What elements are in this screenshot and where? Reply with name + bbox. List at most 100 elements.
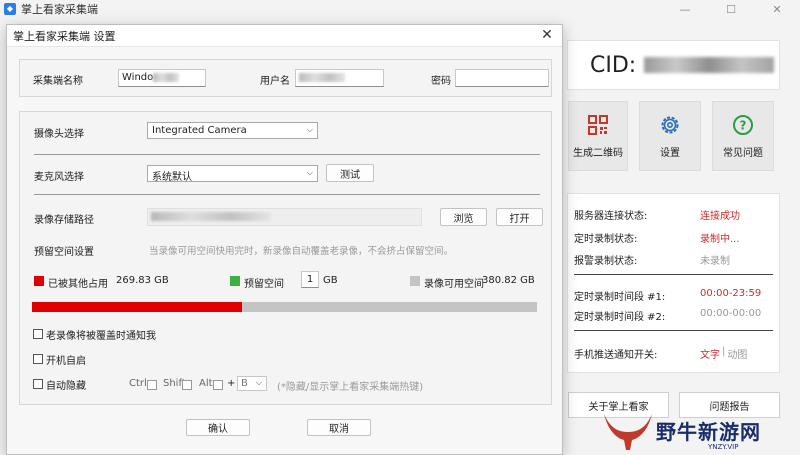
scheduled-status-row: 定时录制状态: 录制中... bbox=[574, 230, 775, 245]
browse-button[interactable]: 浏览 bbox=[440, 208, 487, 226]
tile-label: 设置 bbox=[660, 147, 680, 159]
tile-label: 生成二维码 bbox=[573, 147, 623, 159]
test-mic-button[interactable]: 测试 bbox=[326, 164, 374, 182]
available-label: 录像可用空间 bbox=[424, 279, 484, 290]
storage-usage-bar bbox=[32, 302, 537, 312]
tile-label: 常见问题 bbox=[723, 147, 763, 159]
alarm-status-row: 报警录制状态: 未录制 bbox=[574, 252, 775, 267]
server-status-row: 服务器连接状态: 连接成功 bbox=[574, 207, 775, 222]
close-icon[interactable]: ✕ bbox=[538, 27, 556, 43]
autohide-checkbox[interactable] bbox=[33, 379, 43, 389]
settings-group: 摄像头选择 Integrated Camera ⌵ 麦克风选择 系统默认 ⌵ 测… bbox=[19, 111, 552, 405]
notify-overwrite-label: 老录像将被覆盖时通知我 bbox=[46, 331, 156, 342]
mic-selected: 系统默认 bbox=[152, 172, 192, 183]
reserved-label: 预留空间 bbox=[244, 279, 284, 290]
camera-label: 摄像头选择 bbox=[34, 129, 84, 140]
hotkey-key-selected: B bbox=[241, 378, 248, 389]
settings-dialog: 掌上看家采集端 设置 ✕ 采集端名称 Windo 用户名 密码 摄像头选择 In… bbox=[6, 24, 563, 455]
chevron-down-icon: ⌵ bbox=[306, 168, 313, 177]
dialog-titlebar: 掌上看家采集端 设置 bbox=[7, 25, 562, 47]
window-controls: — ☐ ✕ bbox=[662, 0, 800, 18]
autostart-checkbox[interactable] bbox=[33, 354, 43, 364]
camera-selected: Integrated Camera bbox=[152, 125, 247, 136]
device-name-label: 采集端名称 bbox=[33, 76, 83, 87]
cancel-button[interactable]: 取消 bbox=[307, 419, 371, 436]
period2-label: 定时录制时间段 #2: bbox=[574, 312, 666, 323]
generate-qr-button[interactable]: 生成二维码 bbox=[568, 101, 628, 171]
main-tiles: 生成二维码 设置 ? 常见问题 bbox=[568, 101, 774, 171]
reserve-hint: 当录像可用空间快用完时，新录像自动覆盖老录像，不会挤占保留空间。 bbox=[149, 246, 454, 257]
password-input[interactable] bbox=[455, 69, 549, 87]
username-label: 用户名 bbox=[260, 76, 290, 87]
close-window-icon[interactable]: ✕ bbox=[754, 0, 800, 18]
alarm-status-label: 报警录制状态: bbox=[574, 256, 638, 267]
cid-label: CID: bbox=[590, 52, 637, 78]
hotkey-hint: (*隐藏/显示掌上看家采集端热键) bbox=[277, 382, 424, 393]
section-divider bbox=[34, 194, 540, 195]
mic-label: 麦克风选择 bbox=[34, 172, 84, 183]
period1-row: 定时录制时间段 #1: 00:00-23:59 bbox=[574, 288, 775, 303]
gear-icon bbox=[659, 114, 681, 136]
push-row: 手机推送通知开关: 文字 | 动图 bbox=[574, 346, 775, 361]
push-label: 手机推送通知开关: bbox=[574, 350, 658, 361]
autohide-label: 自动隐藏 bbox=[46, 381, 86, 392]
hotkey-alt-label: Alt bbox=[199, 378, 213, 389]
available-swatch bbox=[410, 276, 420, 286]
hotkey-shift-checkbox[interactable] bbox=[182, 380, 192, 390]
watermark: 野牛新游网 YNZY.VIP bbox=[600, 405, 800, 455]
main-window-title: 掌上看家采集端 bbox=[21, 3, 98, 16]
status-divider bbox=[574, 274, 773, 275]
notify-overwrite-checkbox[interactable] bbox=[33, 329, 43, 339]
period1-value: 00:00-23:59 bbox=[700, 288, 762, 299]
alarm-status-value: 未录制 bbox=[700, 256, 730, 267]
main-titlebar: ◆ 掌上看家采集端 — ☐ ✕ bbox=[0, 0, 800, 18]
question-icon: ? bbox=[732, 114, 754, 136]
used-other-label: 已被其他占用 bbox=[48, 279, 108, 290]
settings-button[interactable]: 设置 bbox=[639, 101, 701, 171]
reserved-swatch bbox=[230, 276, 240, 286]
storage-path-blurred bbox=[151, 211, 271, 221]
device-name-value: Windo bbox=[122, 72, 154, 83]
ok-button[interactable]: 确认 bbox=[186, 419, 250, 436]
scheduled-status-label: 定时录制状态: bbox=[574, 234, 638, 245]
camera-select[interactable]: Integrated Camera ⌵ bbox=[147, 122, 318, 139]
available-value: 380.82 GB bbox=[482, 275, 535, 286]
storage-path-input[interactable] bbox=[147, 208, 422, 226]
mic-select[interactable]: 系统默认 ⌵ bbox=[147, 165, 318, 183]
device-name-input[interactable]: Windo bbox=[118, 69, 206, 87]
hotkey-ctrl-checkbox[interactable] bbox=[147, 380, 157, 390]
svg-text:?: ? bbox=[740, 118, 747, 132]
faq-button[interactable]: ? 常见问题 bbox=[712, 101, 774, 171]
cid-value-blurred bbox=[644, 57, 775, 73]
password-label: 密码 bbox=[431, 76, 451, 87]
period2-row: 定时录制时间段 #2: 00:00-00:00 bbox=[574, 308, 775, 323]
push-separator: | bbox=[722, 346, 726, 357]
chevron-down-icon: ⌵ bbox=[306, 125, 313, 134]
status-panel: 服务器连接状态: 连接成功 定时录制状态: 录制中... 报警录制状态: 未录制… bbox=[567, 193, 780, 373]
minimize-icon[interactable]: — bbox=[662, 0, 708, 18]
bull-logo-icon bbox=[604, 414, 652, 450]
qr-code-icon bbox=[587, 114, 609, 136]
used-other-value: 269.83 GB bbox=[116, 275, 169, 286]
used-other-swatch bbox=[34, 276, 44, 286]
push-text-option[interactable]: 文字 bbox=[700, 346, 720, 361]
dialog-title: 掌上看家采集端 设置 bbox=[13, 29, 116, 43]
reserve-space-label: 预留空间设置 bbox=[34, 247, 94, 258]
hotkey-key-select[interactable]: B ⌵ bbox=[237, 376, 267, 391]
watermark-text: 野牛新游网 bbox=[656, 419, 761, 444]
reserved-gb-input[interactable]: 1 bbox=[301, 271, 319, 288]
push-anim-option[interactable]: 动图 bbox=[727, 346, 747, 361]
hotkey-alt-checkbox[interactable] bbox=[213, 380, 223, 390]
storage-used-fill bbox=[32, 302, 242, 312]
app-logo-icon: ◆ bbox=[4, 3, 16, 15]
maximize-icon[interactable]: ☐ bbox=[708, 0, 754, 18]
period2-value: 00:00-00:00 bbox=[700, 308, 762, 319]
device-name-blurred bbox=[153, 72, 180, 82]
scheduled-status-value: 录制中... bbox=[700, 234, 740, 245]
autostart-label: 开机自启 bbox=[46, 356, 86, 367]
storage-path-label: 录像存储路径 bbox=[34, 215, 94, 226]
open-folder-button[interactable]: 打开 bbox=[496, 208, 543, 226]
username-input[interactable] bbox=[295, 69, 384, 87]
section-divider bbox=[34, 154, 540, 155]
server-status-value: 连接成功 bbox=[700, 211, 740, 222]
